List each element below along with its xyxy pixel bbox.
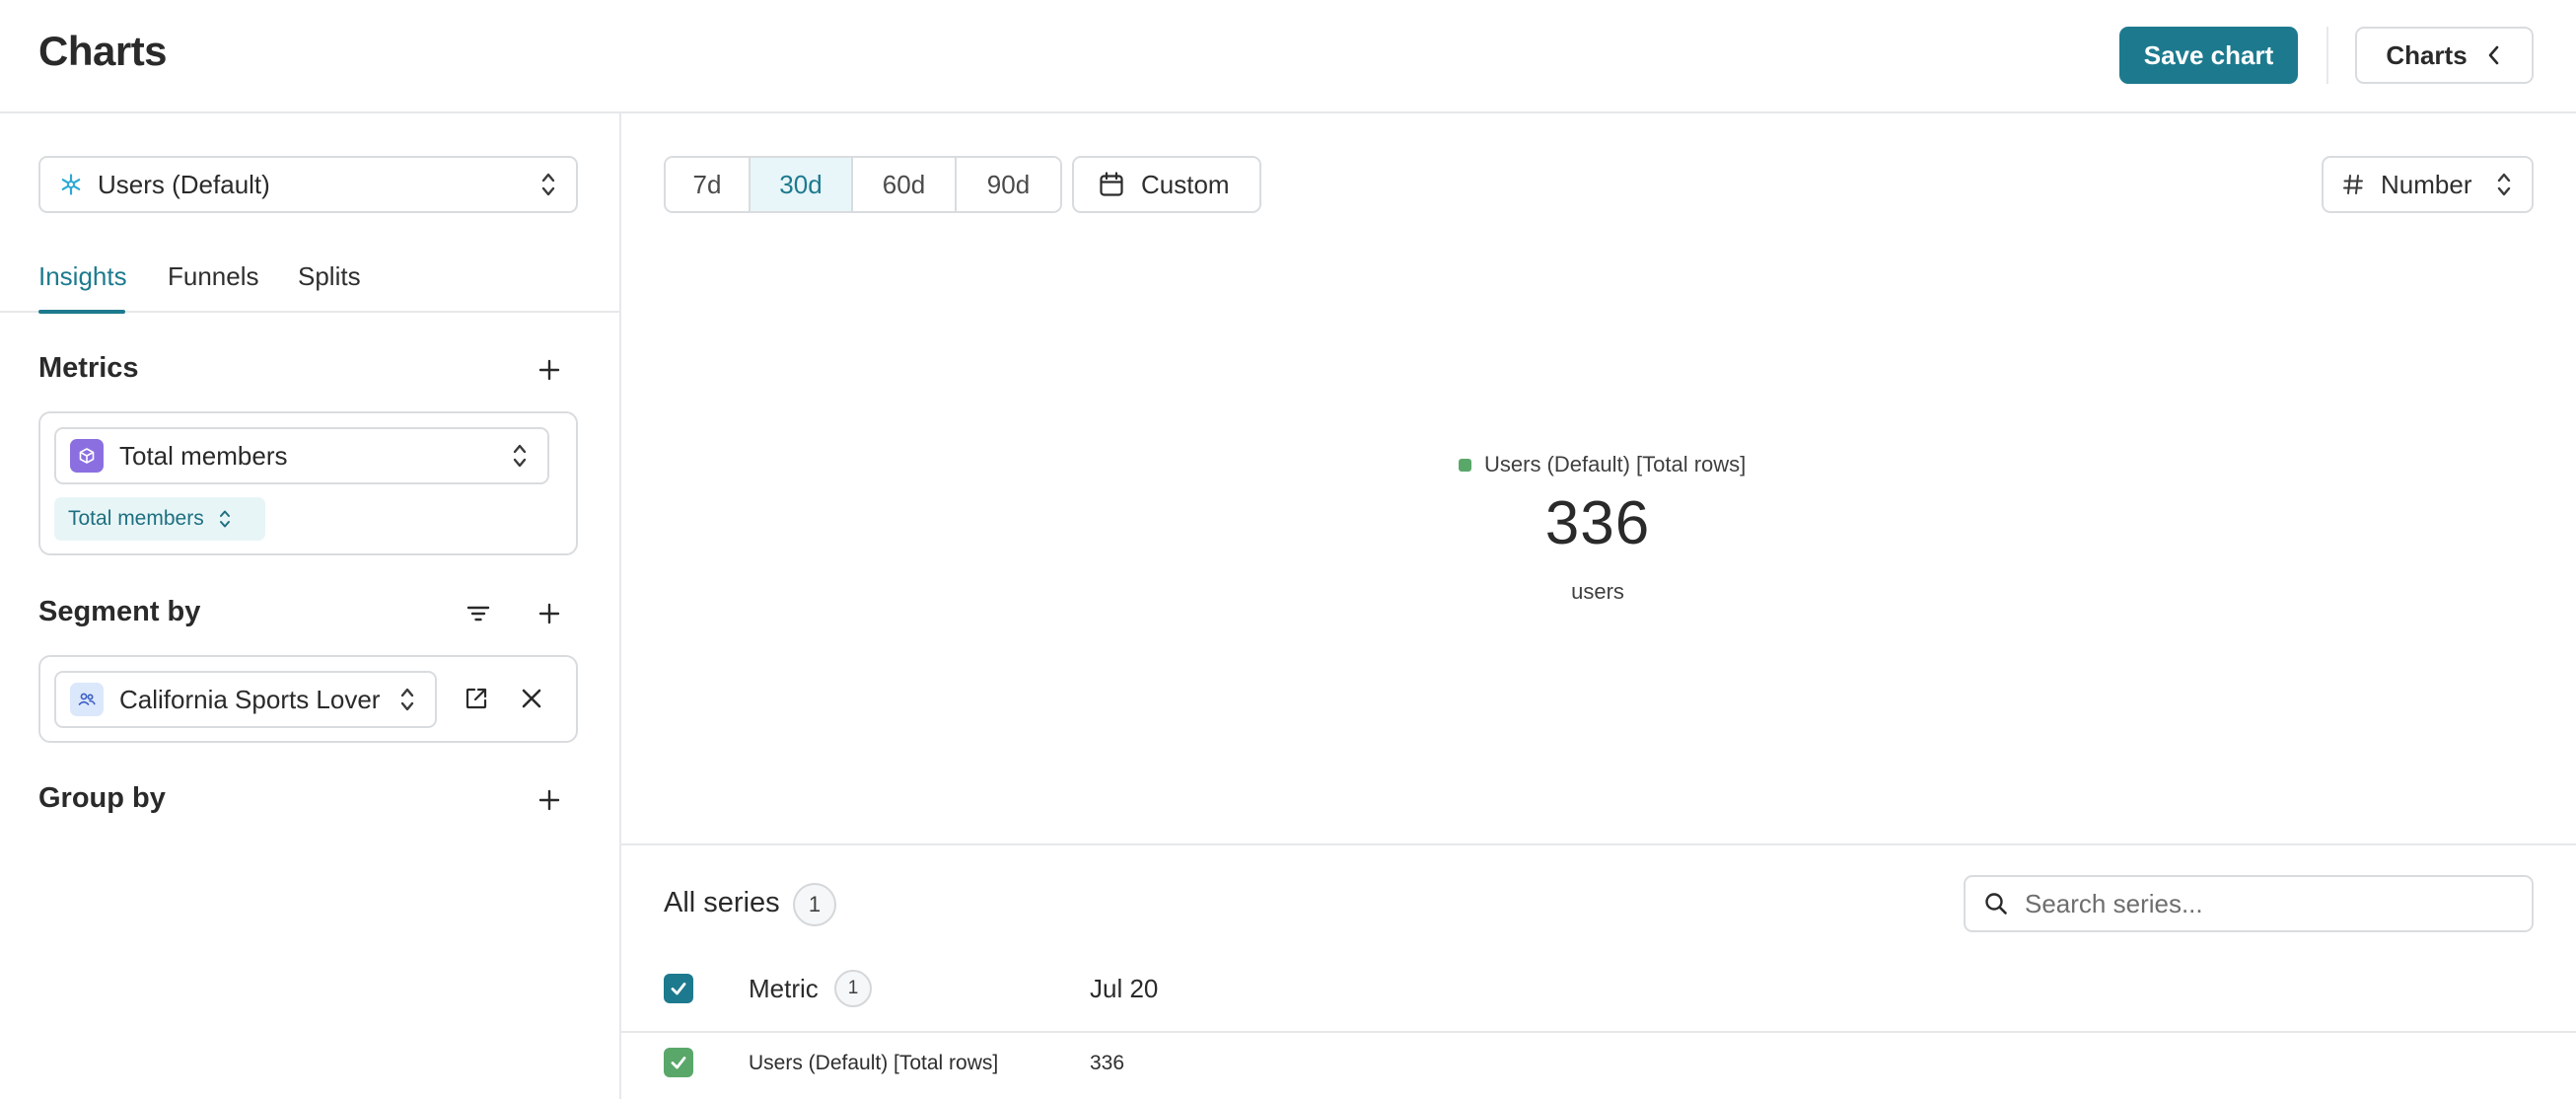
sidebar: Users (Default) Insights Funnels Splits …: [0, 113, 621, 1099]
close-icon: [522, 689, 541, 708]
charts-menu-button[interactable]: Charts: [2355, 27, 2534, 84]
legend-swatch: [1459, 458, 1471, 472]
metric-value: 336: [1544, 489, 1651, 557]
open-segment-button[interactable]: [459, 681, 494, 716]
date-column-header: Jul 20: [1090, 974, 1159, 1003]
check-icon: [671, 1057, 686, 1069]
range-selector: 7d 30d 60d 90d: [664, 156, 1062, 213]
plus-icon: [538, 789, 560, 811]
row-checkbox[interactable]: [664, 1048, 693, 1077]
chevron-up-down-icon: [219, 510, 230, 528]
snowflake-icon: [61, 174, 81, 195]
custom-range-label: Custom: [1141, 169, 1230, 199]
plus-icon: [538, 359, 560, 381]
segment-filter-button[interactable]: [462, 597, 495, 630]
range-60d[interactable]: 60d: [853, 158, 957, 211]
metric-select-label: Total members: [119, 440, 288, 471]
series-search[interactable]: [1964, 875, 2534, 932]
calendar-icon: [1100, 172, 1123, 196]
filter-lines-icon: [466, 606, 490, 622]
row-metric-value: 336: [1090, 1052, 1125, 1074]
add-group-button[interactable]: [533, 783, 566, 817]
metric-unit: users: [1571, 579, 1624, 604]
chart-type-select[interactable]: Number: [2322, 156, 2534, 213]
row-metric-name: Users (Default) [Total rows]: [749, 1052, 999, 1074]
active-tab-indicator: [38, 310, 125, 314]
range-7d[interactable]: 7d: [666, 158, 751, 211]
metric-column-header: Metric: [749, 974, 819, 1003]
hash-icon: [2343, 175, 2363, 194]
chevron-up-down-icon: [2497, 173, 2511, 196]
range-30d[interactable]: 30d: [751, 158, 853, 211]
chevron-up-down-icon: [400, 688, 414, 711]
chevron-left-icon: [2488, 45, 2498, 65]
chevron-up-down-icon: [541, 173, 555, 196]
segment-select[interactable]: California Sports Lovers: [54, 671, 437, 728]
page-title: Charts: [38, 28, 168, 74]
aggregation-chip-label: Total members: [68, 507, 204, 530]
mode-tabs: Insights Funnels Splits: [0, 261, 619, 314]
check-icon: [671, 983, 686, 995]
segment-card: California Sports Lovers: [38, 655, 578, 743]
chart-legend: Users (Default) [Total rows]: [1459, 452, 1746, 477]
add-segment-button[interactable]: [533, 597, 566, 630]
tab-funnels[interactable]: Funnels: [168, 261, 259, 292]
remove-segment-button[interactable]: [514, 681, 549, 716]
series-title: All series: [664, 887, 780, 918]
chevron-up-down-icon: [513, 444, 527, 468]
segment-select-label: California Sports Lovers: [119, 684, 380, 714]
segment-by-title: Segment by: [38, 596, 201, 627]
series-table-header: Metric 1 Jul 20: [621, 970, 2576, 1033]
search-input[interactable]: [2025, 888, 2498, 919]
source-select-label: Users (Default): [98, 169, 270, 199]
chart-type-label: Number: [2381, 169, 2472, 199]
save-chart-button[interactable]: Save chart: [2119, 27, 2298, 84]
metric-card: Total members Total members: [38, 411, 578, 555]
aggregation-chip[interactable]: Total members: [54, 497, 265, 541]
custom-range-button[interactable]: Custom: [1072, 156, 1261, 213]
users-group-icon: [70, 683, 104, 716]
add-metric-button[interactable]: [533, 353, 566, 387]
metrics-title: Metrics: [38, 352, 139, 384]
tab-insights[interactable]: Insights: [38, 261, 127, 292]
top-header: Charts Save chart Charts: [0, 0, 2576, 113]
search-icon: [1985, 893, 2007, 915]
metric-select[interactable]: Total members: [54, 427, 549, 484]
charts-menu-label: Charts: [2386, 39, 2468, 70]
external-link-icon: [465, 688, 487, 709]
tab-splits[interactable]: Splits: [298, 261, 361, 292]
source-select[interactable]: Users (Default): [38, 156, 578, 213]
select-all-checkbox[interactable]: [664, 974, 693, 1003]
legend-label: Users (Default) [Total rows]: [1484, 452, 1747, 476]
series-panel: All series 1 Metric 1 Jul 20 Users (Defa…: [621, 843, 2576, 1099]
series-count-badge: 1: [793, 883, 836, 926]
header-divider: [2326, 27, 2328, 84]
range-90d[interactable]: 90d: [957, 158, 1060, 211]
metric-count-badge: 1: [834, 970, 872, 1007]
cube-icon: [70, 439, 104, 473]
plus-icon: [538, 603, 560, 624]
table-row: Users (Default) [Total rows] 336: [621, 1038, 2576, 1097]
group-by-title: Group by: [38, 782, 166, 814]
